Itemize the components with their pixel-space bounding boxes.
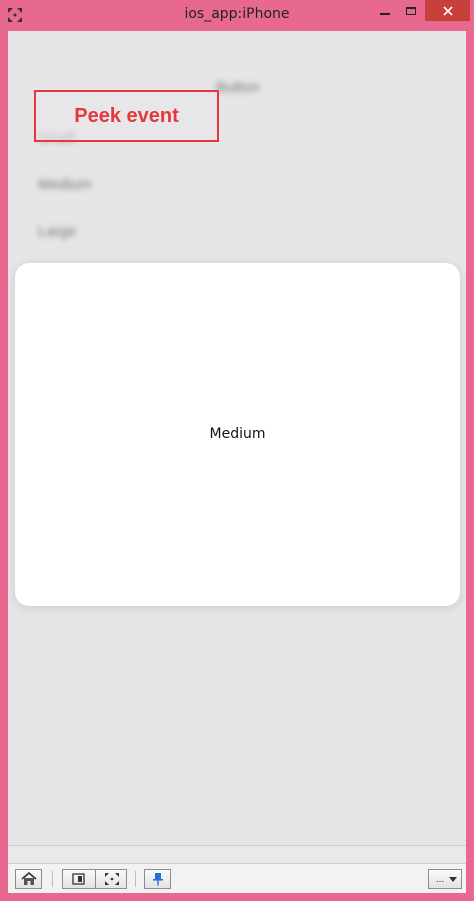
home-icon — [20, 872, 37, 885]
blurred-background-list: Button Small Medium Large — [8, 31, 466, 291]
more-options-dropdown[interactable]: ... — [428, 869, 462, 889]
list-item: Large — [38, 223, 77, 240]
pin-button[interactable] — [144, 869, 171, 889]
chevron-down-icon — [449, 877, 457, 882]
toolbar-separator — [95, 870, 96, 888]
close-icon — [442, 5, 453, 16]
simulator-window: ios_app:iPhone Button Small Medium Large… — [0, 0, 474, 901]
fit-screen-icon[interactable] — [104, 872, 120, 886]
toolbar-separator — [135, 871, 136, 887]
title-bar[interactable]: ios_app:iPhone — [0, 0, 474, 30]
list-item: Button — [216, 79, 260, 96]
device-screen[interactable]: Button Small Medium Large Peek event Med… — [8, 31, 466, 845]
minimize-icon — [380, 12, 390, 15]
peek-event-label: Peek event — [74, 104, 179, 127]
close-button[interactable] — [425, 0, 470, 21]
list-item: Medium — [38, 176, 92, 193]
simulator-toolbar: ... — [8, 863, 466, 893]
peek-preview-card[interactable]: Medium — [15, 263, 460, 606]
toolbar-divider-strip — [8, 845, 466, 863]
peek-card-text: Medium — [209, 426, 266, 442]
pin-icon — [152, 873, 163, 886]
rotate-device-icon[interactable] — [71, 872, 87, 886]
more-options-label: ... — [435, 873, 445, 885]
minimize-button[interactable] — [372, 0, 398, 21]
maximize-icon — [406, 6, 416, 15]
device-controls-group — [62, 869, 127, 889]
maximize-button[interactable] — [398, 0, 424, 21]
toolbar-separator — [52, 871, 53, 887]
home-button[interactable] — [15, 869, 42, 889]
peek-event-annotation: Peek event — [34, 90, 219, 142]
